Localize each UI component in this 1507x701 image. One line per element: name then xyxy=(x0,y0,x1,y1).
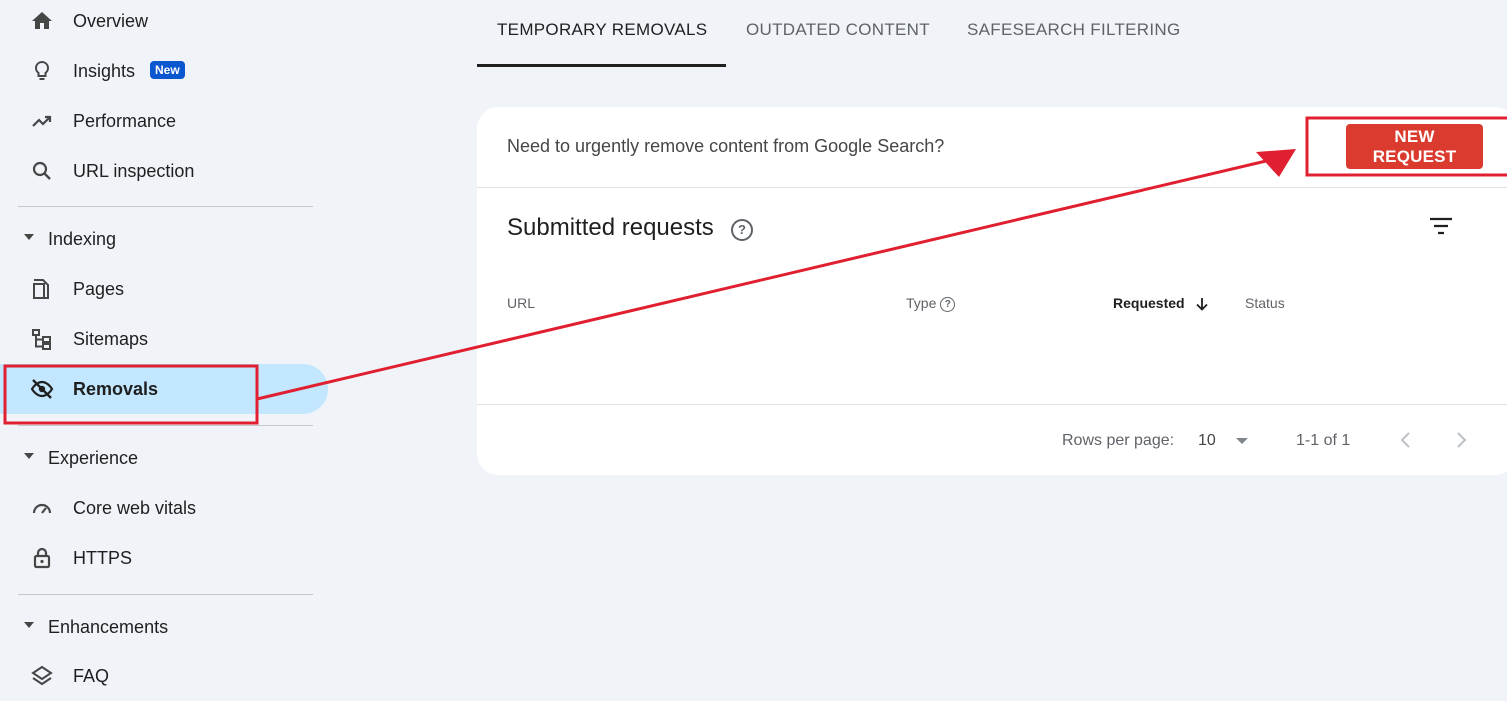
section-label: Enhancements xyxy=(48,616,169,637)
help-icon[interactable]: ? xyxy=(731,219,753,241)
pages-icon xyxy=(30,277,54,301)
section-label: Experience xyxy=(48,447,139,468)
column-header-requested-label: Requested xyxy=(1113,295,1185,311)
sidebar-item-label: Core web vitals xyxy=(73,497,197,518)
sidebar-divider xyxy=(18,206,313,207)
sidebar-item-label: Performance xyxy=(73,110,177,131)
eye-off-icon xyxy=(30,377,54,401)
sidebar-item-label: Sitemaps xyxy=(73,328,149,349)
request-banner: Need to urgently remove content from Goo… xyxy=(477,107,1507,188)
section-label: Indexing xyxy=(48,228,117,249)
sidebar-item-pages[interactable]: Pages xyxy=(0,264,328,314)
sidebar-item-performance[interactable]: Performance xyxy=(0,96,328,146)
sitemap-icon xyxy=(30,327,54,351)
rows-per-page-label: Rows per page: xyxy=(1062,432,1175,449)
sidebar-item-label: HTTPS xyxy=(73,547,133,568)
column-header-url[interactable]: URL xyxy=(507,295,535,311)
sidebar-item-insights[interactable]: Insights New xyxy=(0,46,328,96)
search-icon xyxy=(30,159,54,183)
speedometer-icon xyxy=(30,496,54,520)
sidebar-item-core-web-vitals[interactable]: Core web vitals xyxy=(0,483,328,533)
sidebar-divider xyxy=(18,594,313,595)
arrow-down-icon xyxy=(1196,298,1209,312)
help-icon[interactable]: ? xyxy=(940,296,956,312)
trending-up-icon xyxy=(30,109,54,133)
active-tab-indicator xyxy=(477,64,726,67)
chevron-left-icon xyxy=(1400,432,1410,448)
column-header-type-label: Type xyxy=(906,295,937,311)
sidebar-item-label: Overview xyxy=(73,10,149,31)
table-footer-divider xyxy=(477,404,1507,405)
caret-down-icon xyxy=(24,453,34,459)
removal-prompt: Need to urgently remove content from Goo… xyxy=(507,136,945,156)
tab-outdated-content[interactable]: OUTDATED CONTENT xyxy=(746,20,930,40)
sidebar-divider xyxy=(18,425,313,426)
sidebar-item-label: Removals xyxy=(73,378,159,399)
lock-icon xyxy=(30,546,54,570)
sidebar-item-label: URL inspection xyxy=(73,160,195,181)
sidebar-item-url-inspection[interactable]: URL inspection xyxy=(0,146,328,196)
column-header-requested[interactable]: Requested xyxy=(1113,295,1210,312)
tab-temporary-removals[interactable]: TEMPORARY REMOVALS xyxy=(497,20,707,40)
submitted-requests-title: Submitted requests xyxy=(507,214,714,241)
removals-card: Need to urgently remove content from Goo… xyxy=(477,107,1507,475)
sidebar-item-label: FAQ xyxy=(73,665,110,686)
caret-down-icon xyxy=(24,234,34,240)
dropdown-arrow-icon[interactable] xyxy=(1236,438,1248,444)
sidebar-item-sitemaps[interactable]: Sitemaps xyxy=(0,314,328,364)
new-badge: New xyxy=(150,61,185,79)
sidebar: Overview Insights New Performance URL in… xyxy=(0,0,330,686)
rows-per-page-select[interactable]: 10 xyxy=(1198,432,1216,450)
lightbulb-icon xyxy=(30,59,54,83)
section-enhancements[interactable]: Enhancements xyxy=(0,607,320,647)
next-page-button[interactable] xyxy=(1450,429,1472,451)
sidebar-item-overview[interactable]: Overview xyxy=(0,0,328,46)
sidebar-item-https[interactable]: HTTPS xyxy=(0,533,328,583)
pagination-range: 1-1 of 1 xyxy=(1296,432,1351,449)
sidebar-item-removals[interactable]: Removals xyxy=(0,364,328,414)
home-icon xyxy=(30,9,54,33)
filter-icon[interactable] xyxy=(1428,214,1454,238)
sidebar-item-label: Pages xyxy=(73,278,125,299)
previous-page-button[interactable] xyxy=(1395,429,1417,451)
column-header-type[interactable]: Type? xyxy=(906,295,956,312)
sidebar-item-faq[interactable]: FAQ xyxy=(0,651,328,701)
caret-down-icon xyxy=(24,622,34,628)
sidebar-item-label: Insights xyxy=(73,60,136,81)
layers-icon xyxy=(30,664,54,688)
tab-safesearch-filtering[interactable]: SAFESEARCH FILTERING xyxy=(967,20,1181,40)
column-header-status[interactable]: Status xyxy=(1245,295,1285,311)
new-request-button[interactable]: NEW REQUEST xyxy=(1346,124,1483,169)
chevron-right-icon xyxy=(1457,432,1467,448)
section-experience[interactable]: Experience xyxy=(0,438,320,478)
section-indexing[interactable]: Indexing xyxy=(0,219,320,259)
